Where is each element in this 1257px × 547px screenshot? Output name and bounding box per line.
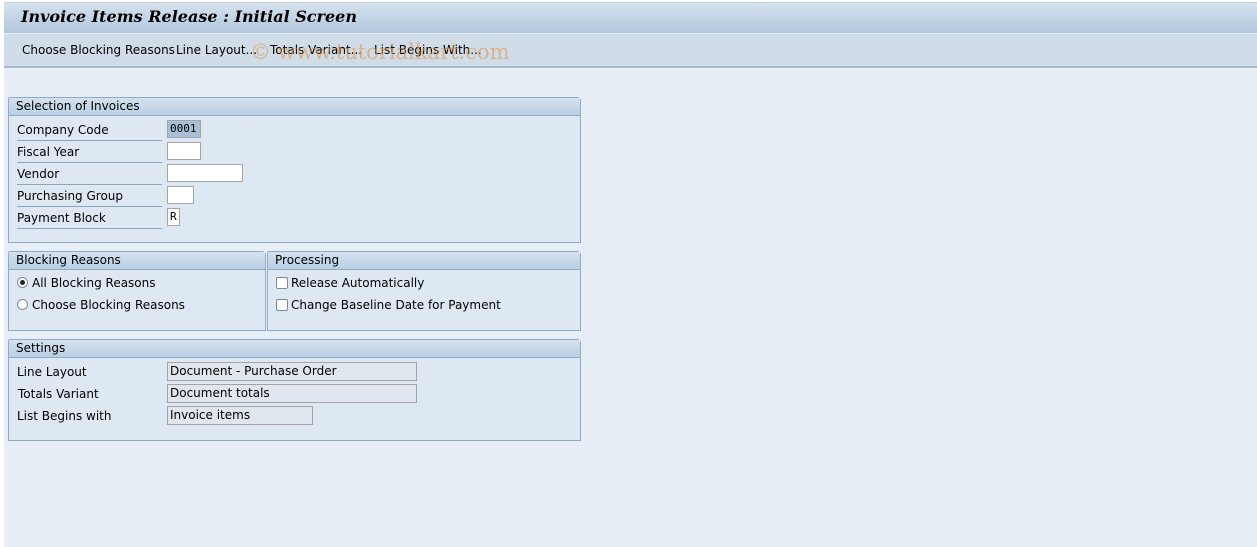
application-toolbar: Choose Blocking Reasons Line Layout... T… <box>4 34 1257 68</box>
group-title: Selection of Invoices <box>9 98 580 116</box>
purchasing-group-input[interactable] <box>167 186 194 204</box>
totals-variant-label: Totals Variant <box>18 387 99 401</box>
label-underline <box>17 206 162 207</box>
choose-blocking-reasons-button[interactable]: Choose Blocking Reasons <box>22 43 175 57</box>
line-layout-value: Document - Purchase Order <box>167 362 417 381</box>
blocking-reasons-group: Blocking Reasons All Blocking Reasons Ch… <box>8 251 266 331</box>
list-begins-with-label: List Begins with <box>17 409 112 423</box>
radio-unselected-icon[interactable] <box>17 299 28 310</box>
totals-variant-value: Document totals <box>167 384 417 403</box>
checkbox-unchecked-icon[interactable] <box>276 299 288 311</box>
company-code-input[interactable]: 0001 <box>167 120 201 138</box>
group-title: Blocking Reasons <box>9 252 265 270</box>
line-layout-button[interactable]: Line Layout... <box>176 43 257 57</box>
selection-of-invoices-group: Selection of Invoices Company Code 0001 … <box>8 97 581 243</box>
group-title: Processing <box>268 252 580 270</box>
checkbox-unchecked-icon[interactable] <box>276 277 288 289</box>
label-underline <box>17 228 162 229</box>
fiscal-year-input[interactable] <box>167 142 201 160</box>
label-underline <box>17 162 162 163</box>
list-begins-with-button[interactable]: List Begins With... <box>374 43 482 57</box>
settings-group: Settings Line Layout Document - Purchase… <box>8 339 581 441</box>
line-layout-label: Line Layout <box>17 365 87 379</box>
company-code-label: Company Code <box>17 123 109 137</box>
payment-block-label: Payment Block <box>17 211 106 225</box>
totals-variant-button[interactable]: Totals Variant... <box>270 43 362 57</box>
release-automatically-label: Release Automatically <box>291 276 425 290</box>
sap-window: Invoice Items Release : Initial Screen C… <box>4 2 1257 547</box>
page-title: Invoice Items Release : Initial Screen <box>21 7 357 26</box>
fiscal-year-label: Fiscal Year <box>17 145 80 159</box>
list-begins-with-value: Invoice items <box>167 406 313 425</box>
payment-block-input[interactable]: R <box>167 208 180 226</box>
all-blocking-reasons-label: All Blocking Reasons <box>32 276 156 290</box>
group-title: Settings <box>9 340 580 358</box>
label-underline <box>17 184 162 185</box>
radio-selected-icon[interactable] <box>17 277 28 288</box>
choose-blocking-reasons-label: Choose Blocking Reasons <box>32 298 185 312</box>
change-baseline-date-label: Change Baseline Date for Payment <box>291 298 501 312</box>
vendor-input[interactable] <box>167 164 243 182</box>
vendor-label: Vendor <box>17 167 60 181</box>
label-underline <box>17 140 162 141</box>
title-bar: Invoice Items Release : Initial Screen <box>4 2 1257 34</box>
processing-group: Processing Release Automatically Change … <box>267 251 581 331</box>
purchasing-group-label: Purchasing Group <box>17 189 124 203</box>
